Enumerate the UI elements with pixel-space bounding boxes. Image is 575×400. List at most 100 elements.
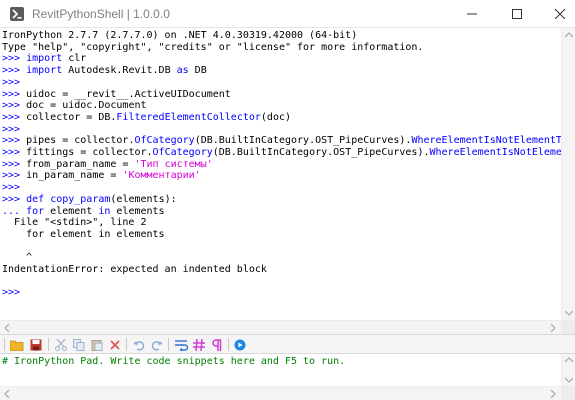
ironpython-pad-editor[interactable]: # IronPython Pad. Write code snippets he… <box>0 354 561 386</box>
scrollbar-corner <box>561 386 575 400</box>
console-prompt: >>> <box>2 88 27 100</box>
scroll-down-icon[interactable] <box>565 310 573 316</box>
console-line: >>> from_param_name = 'Тип системы' <box>2 159 213 171</box>
close-button[interactable] <box>545 0 575 28</box>
code-text: (doc) <box>260 111 292 123</box>
console-prompt: >>> <box>2 123 21 135</box>
show-spaces-button[interactable] <box>191 337 207 353</box>
run-icon <box>234 339 246 351</box>
console-prompt: >>> <box>2 76 21 88</box>
console-output[interactable]: IronPython 2.7.7 (2.7.7.0) on .NET 4.0.3… <box>0 28 561 320</box>
minimize-button[interactable] <box>457 0 487 28</box>
console-prompt: >>> <box>2 53 27 65</box>
console-prompt: >>> <box>2 170 27 182</box>
show-line-endings-button[interactable] <box>209 337 225 353</box>
keyword-token: import <box>26 65 63 77</box>
copy-icon <box>73 339 85 351</box>
pad-vertical-scrollbar[interactable] <box>561 354 575 386</box>
code-text: ^ <box>2 252 33 264</box>
code-text: clr <box>62 53 87 65</box>
code-text: collector = DB. <box>26 111 117 123</box>
toolbar-grip <box>4 338 5 351</box>
code-text: pipes = collector. <box>26 135 135 147</box>
console-line: ... for element in elements <box>2 206 165 218</box>
scrollbar-corner <box>561 320 575 334</box>
open-button[interactable] <box>9 337 25 353</box>
cut-button[interactable] <box>53 337 69 353</box>
undo-button[interactable] <box>131 337 147 353</box>
keyword-token: as <box>176 65 189 77</box>
code-text: from_param_name = <box>26 158 135 170</box>
keyword-token: for <box>26 205 45 217</box>
scroll-down-icon[interactable] <box>565 377 573 383</box>
code-text: (elements): <box>110 193 177 205</box>
window-title: RevitPythonShell | 1.0.0.0 <box>32 7 170 21</box>
console-line: >>> <box>2 287 20 299</box>
console-line: >>> uidoc = __revit__.ActiveUIDocument <box>2 89 231 101</box>
scroll-up-icon[interactable] <box>565 357 573 363</box>
console-prompt: >>> <box>2 182 21 194</box>
title-bar: RevitPythonShell | 1.0.0.0 <box>0 0 575 28</box>
console-prompt: >>> <box>2 193 27 205</box>
close-icon <box>555 9 565 19</box>
maximize-button[interactable] <box>502 0 532 28</box>
console-horizontal-scrollbar[interactable] <box>0 320 561 334</box>
console-line: >>> <box>2 182 20 194</box>
method-token: FilteredElementCollector <box>116 111 261 123</box>
pad-toolbar <box>0 334 575 354</box>
run-button[interactable] <box>232 337 248 353</box>
minimize-icon <box>467 13 477 15</box>
scroll-left-icon[interactable] <box>4 390 10 398</box>
scroll-right-icon[interactable] <box>550 390 556 398</box>
console-line: >>> fittings = collector.OfCategory(DB.B… <box>2 147 561 159</box>
code-text: element <box>44 205 99 217</box>
delete-button[interactable] <box>107 337 123 353</box>
toolbar-separator <box>126 338 127 351</box>
code-text: (DB.BuiltInCategory.OST_PipeCurves). <box>212 147 430 158</box>
code-text: Autodesk.Revit.DB <box>62 65 177 77</box>
code-text: elements <box>110 205 165 217</box>
console-line: >>> pipes = collector.OfCategory(DB.Buil… <box>2 135 561 147</box>
code-text: Type "help", "copyright", "credits" or "… <box>2 41 424 53</box>
delete-icon <box>110 340 120 350</box>
console-vertical-scrollbar[interactable] <box>561 28 575 320</box>
word-wrap-button[interactable] <box>173 337 189 353</box>
method-token: WhereElementIsNotElementType <box>429 147 562 158</box>
scroll-left-icon[interactable] <box>4 324 10 332</box>
console-line: for element in elements <box>2 229 164 241</box>
console-prompt: ... <box>2 205 27 217</box>
console-prompt: >>> <box>2 287 21 299</box>
code-text: File "<stdin>", line 2 <box>2 217 147 229</box>
console-prompt: >>> <box>2 147 27 158</box>
undo-icon <box>133 341 145 351</box>
code-text: doc = uidoc.Document <box>26 100 147 112</box>
code-text: IndentationError: expected an indented b… <box>2 264 267 275</box>
string-token: 'Тип системы' <box>134 158 213 170</box>
toolbar-separator <box>168 338 169 351</box>
redo-button[interactable] <box>149 337 165 353</box>
toolbar-separator <box>228 338 229 351</box>
code-text: in_param_name = <box>26 170 123 182</box>
console-line: IronPython 2.7.7 (2.7.7.0) on .NET 4.0.3… <box>2 30 357 42</box>
console-line: IndentationError: expected an indented b… <box>2 264 267 276</box>
scroll-right-icon[interactable] <box>550 324 556 332</box>
console-line: Type "help", "copyright", "credits" or "… <box>2 42 423 54</box>
save-icon <box>30 339 42 351</box>
code-text: uidoc = __revit__.ActiveUIDocument <box>26 88 231 100</box>
copy-button[interactable] <box>71 337 87 353</box>
pad-horizontal-scrollbar[interactable] <box>0 386 561 400</box>
code-text: fittings = collector. <box>26 147 153 158</box>
code-text: DB <box>188 65 207 77</box>
pilcrow-icon <box>212 339 222 351</box>
keyword-token: in <box>98 205 111 217</box>
maximize-icon <box>512 9 522 19</box>
revit-python-shell-app-icon <box>10 7 24 21</box>
toolbar-separator <box>48 338 49 351</box>
console-prompt: >>> <box>2 111 27 123</box>
console-line: >>> collector = DB.FilteredElementCollec… <box>2 112 291 124</box>
save-button[interactable] <box>28 337 44 353</box>
paste-button[interactable] <box>89 337 105 353</box>
console-line: >>> <box>2 124 20 136</box>
scroll-up-icon[interactable] <box>565 32 573 38</box>
console-line: >>> doc = uidoc.Document <box>2 100 147 112</box>
